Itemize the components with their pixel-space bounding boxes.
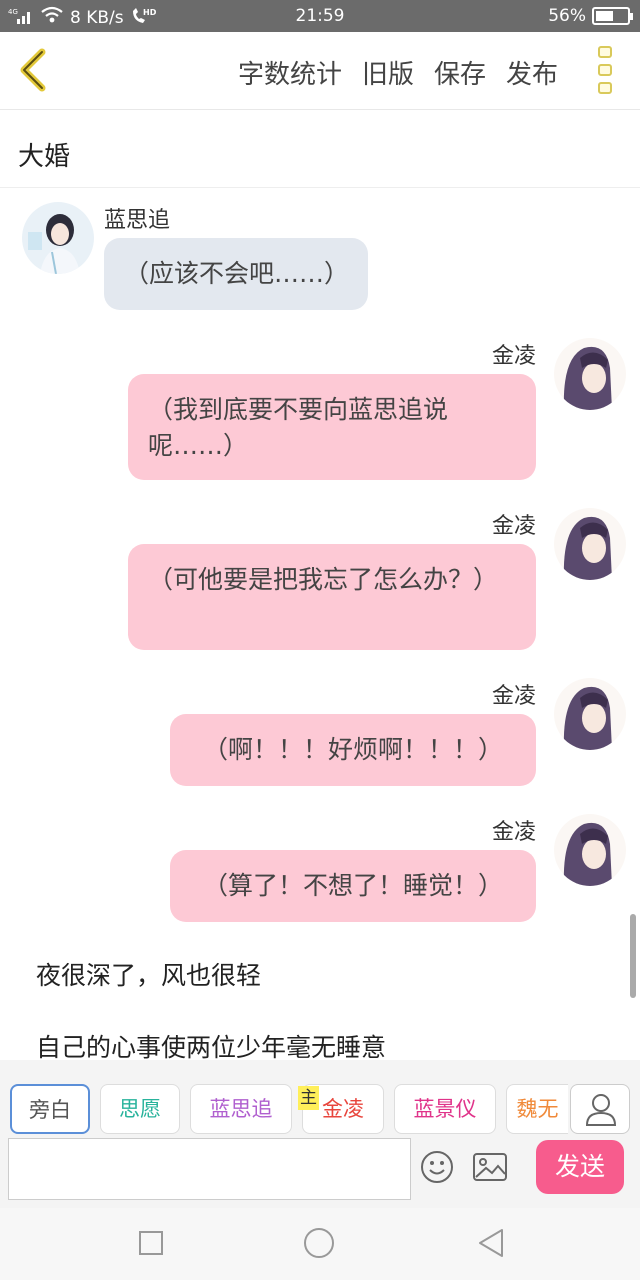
message-bubble[interactable]: （算了！不想了！睡觉！） (170, 850, 536, 922)
composer: 发送 (0, 1136, 640, 1208)
narration-line[interactable]: 自己的心事使两位少年毫无睡意 (36, 1028, 386, 1060)
speaker-name: 金凌 (491, 820, 536, 845)
main-role-tag: 主 (298, 1086, 319, 1110)
role-wei-wu[interactable]: 魏无 (506, 1084, 568, 1134)
message-bubble[interactable]: （啊！！！好烦啊！！！） (170, 714, 536, 786)
battery-icon (592, 7, 633, 25)
message-bubble[interactable]: （应该不会吧……） (104, 238, 368, 310)
status-bar: 4G 8 KB/s HD 21:59 56% (0, 0, 640, 32)
emoji-icon[interactable] (420, 1150, 454, 1184)
speaker-name: 金凌 (491, 514, 536, 539)
speaker-name: 金凌 (491, 684, 536, 709)
avatar-jin-ling[interactable] (554, 508, 626, 580)
back-arrow-icon[interactable] (14, 48, 54, 92)
role-lan-jingyi[interactable]: 蓝景仪 (394, 1084, 496, 1134)
system-nav-bar (0, 1208, 640, 1280)
role-narrator[interactable]: 旁白 (10, 1084, 90, 1134)
send-button[interactable]: 发送 (536, 1140, 624, 1194)
chapter-title[interactable]: 大婚 (0, 110, 640, 188)
scrollbar[interactable] (630, 914, 636, 998)
editor-toolbar: 字数统计 旧版 保存 发布 (0, 32, 640, 110)
role-selector: 旁白 思愿 蓝思追 金凌 主 蓝景仪 魏无 (0, 1060, 640, 1136)
save-button[interactable]: 保存 (434, 54, 486, 91)
narration-line[interactable]: 夜很深了，风也很轻 (36, 956, 261, 992)
message-input[interactable] (8, 1138, 411, 1200)
more-menu-icon[interactable] (598, 46, 614, 94)
chat-area[interactable]: 蓝思追 （应该不会吧……） 金凌 （我到底要不要向蓝思追说呢……） 金凌 （可他… (0, 188, 640, 1060)
speaker-name: 金凌 (491, 344, 536, 369)
old-version-button[interactable]: 旧版 (362, 54, 414, 91)
user-icon[interactable] (570, 1084, 630, 1134)
avatar-lan-sizhui[interactable] (22, 202, 94, 274)
role-siyuan[interactable]: 思愿 (100, 1084, 180, 1134)
speaker-name: 蓝思追 (104, 208, 171, 233)
clock: 21:59 (295, 6, 345, 26)
back-icon[interactable] (474, 1226, 508, 1260)
publish-button[interactable]: 发布 (506, 54, 558, 91)
image-icon[interactable] (472, 1150, 508, 1184)
role-lan-sizhui[interactable]: 蓝思追 (190, 1084, 292, 1134)
battery-percent: 56% (548, 6, 586, 26)
message-bubble[interactable]: （可他要是把我忘了怎么办？） (128, 544, 536, 650)
avatar-jin-ling[interactable] (554, 338, 626, 410)
recent-apps-icon[interactable] (134, 1226, 168, 1260)
home-icon[interactable] (302, 1226, 336, 1260)
message-bubble[interactable]: （我到底要不要向蓝思追说呢……） (128, 374, 536, 480)
avatar-jin-ling[interactable] (554, 678, 626, 750)
avatar-jin-ling[interactable] (554, 814, 626, 886)
word-count-button[interactable]: 字数统计 (238, 54, 342, 91)
